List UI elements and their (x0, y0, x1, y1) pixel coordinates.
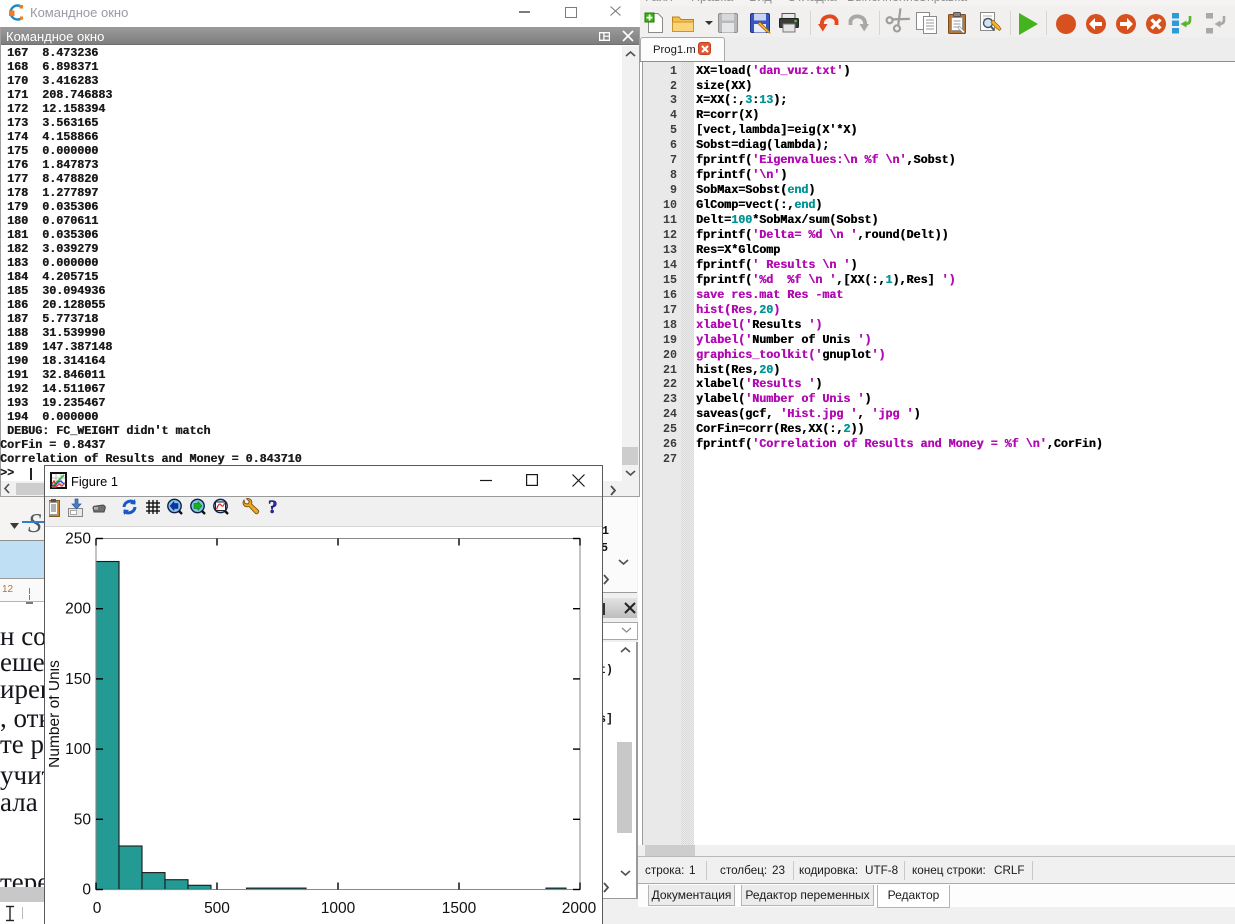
svg-text:Number of Unis: Number of Unis (49, 660, 63, 768)
svg-text:?: ? (268, 497, 278, 518)
svg-text:200: 200 (65, 601, 91, 618)
svg-text:150: 150 (65, 671, 91, 688)
svg-text:0: 0 (82, 882, 91, 899)
svg-text:250: 250 (65, 531, 91, 548)
svg-text:1000: 1000 (321, 900, 356, 917)
svg-text:100: 100 (65, 741, 91, 758)
svg-text:1500: 1500 (442, 900, 477, 917)
svg-text:0: 0 (93, 900, 102, 917)
svg-text:500: 500 (204, 900, 230, 917)
svg-text:2000: 2000 (562, 900, 597, 917)
svg-text:50: 50 (74, 811, 92, 828)
